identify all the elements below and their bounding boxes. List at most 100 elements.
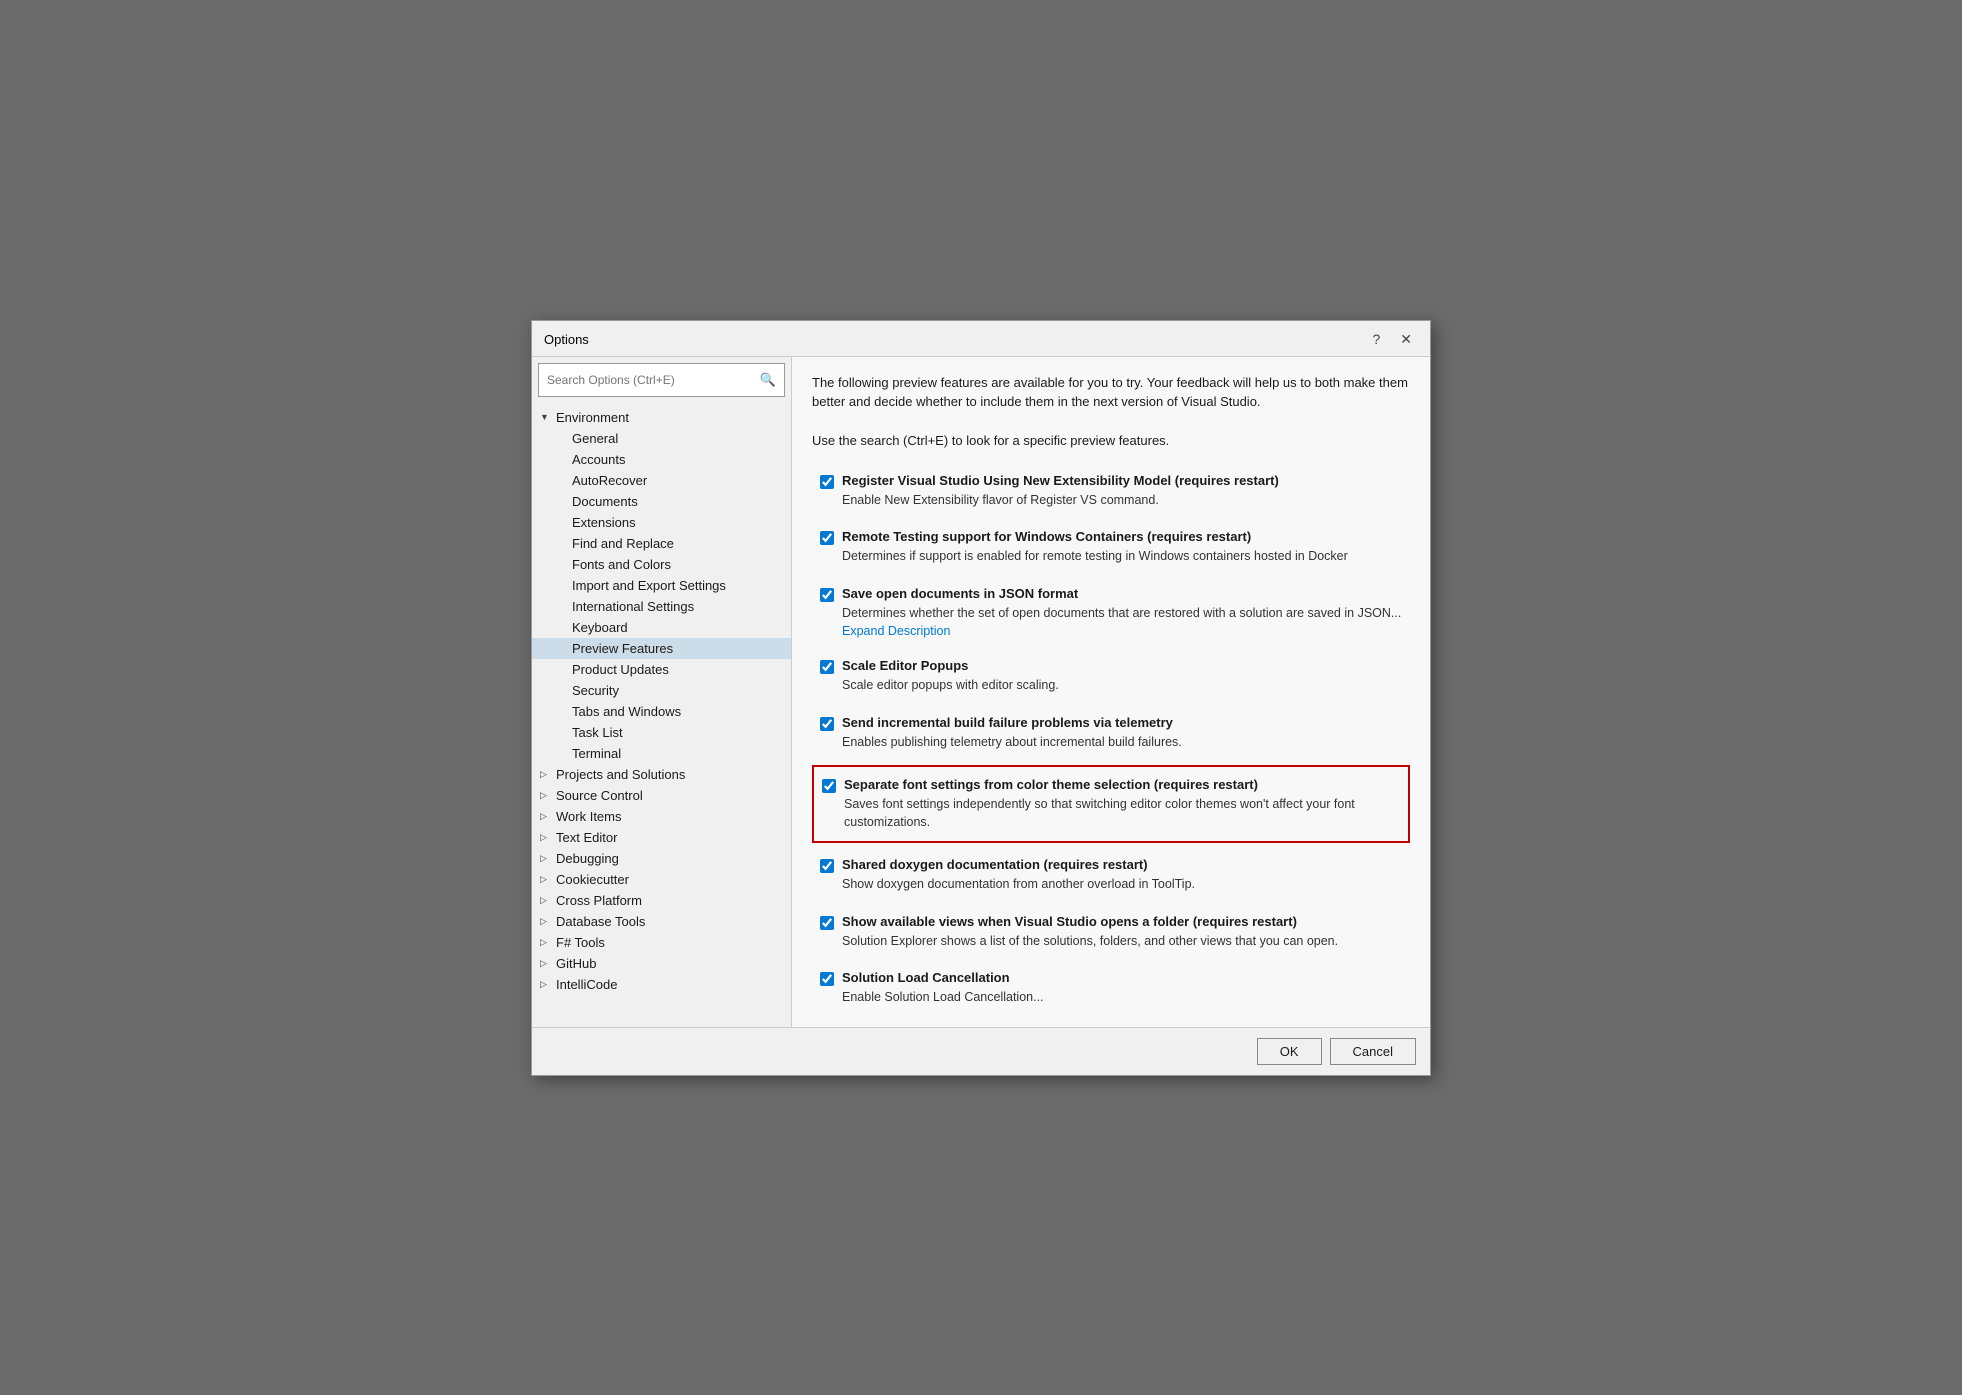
tree-item-task-list[interactable]: Task List bbox=[532, 722, 791, 743]
left-panel: 🔍 ▼ Environment General Accounts AutoRecover… bbox=[532, 357, 792, 1027]
tree-item-preview-features[interactable]: Preview Features bbox=[532, 638, 791, 659]
feature-checkbox-shared-doxygen[interactable] bbox=[820, 859, 834, 873]
feature-row-shared-doxygen: Shared doxygen documentation (requires r… bbox=[820, 857, 1402, 873]
tree-item-projects-solutions[interactable]: ▷ Projects and Solutions bbox=[532, 764, 791, 785]
feature-checkbox-save-json[interactable] bbox=[820, 588, 834, 602]
tree-arrow-cookiecutter: ▷ bbox=[540, 874, 552, 885]
tree-item-keyboard[interactable]: Keyboard bbox=[532, 617, 791, 638]
tree-label-github: GitHub bbox=[556, 956, 596, 971]
tree-label-terminal: Terminal bbox=[572, 746, 621, 761]
feature-checkbox-solution-load[interactable] bbox=[820, 972, 834, 986]
tree-label-keyboard: Keyboard bbox=[572, 620, 628, 635]
tree-label-preview-features: Preview Features bbox=[572, 641, 673, 656]
tree-item-find-replace[interactable]: Find and Replace bbox=[532, 533, 791, 554]
search-icon: 🔍 bbox=[760, 372, 776, 388]
tree-arrow-github: ▷ bbox=[540, 958, 552, 969]
tree-arrow-debugging: ▷ bbox=[540, 853, 552, 864]
feature-desc-save-json: Determines whether the set of open docum… bbox=[842, 605, 1402, 623]
tree-item-terminal[interactable]: Terminal bbox=[532, 743, 791, 764]
feature-list: Register Visual Studio Using New Extensi… bbox=[812, 463, 1410, 1017]
tree-arrow-projects-solutions: ▷ bbox=[540, 769, 552, 780]
tree-arrow-work-items: ▷ bbox=[540, 811, 552, 822]
feature-desc-shared-doxygen: Show doxygen documentation from another … bbox=[842, 876, 1402, 894]
feature-desc-show-views: Solution Explorer shows a list of the so… bbox=[842, 933, 1402, 951]
tree-item-fsharp-tools[interactable]: ▷ F# Tools bbox=[532, 932, 791, 953]
tree-label-environment: Environment bbox=[556, 410, 629, 425]
tree-item-work-items[interactable]: ▷ Work Items bbox=[532, 806, 791, 827]
tree-label-general: General bbox=[572, 431, 618, 446]
tree-item-database-tools[interactable]: ▷Database Tools bbox=[532, 911, 791, 932]
options-dialog: Options ? ✕ 🔍 ▼ Environment General Account… bbox=[531, 320, 1431, 1076]
feature-checkbox-register-vs[interactable] bbox=[820, 475, 834, 489]
tree-label-cookiecutter: Cookiecutter bbox=[556, 872, 629, 887]
tree-item-tabs-windows[interactable]: Tabs and Windows bbox=[532, 701, 791, 722]
tree-label-international: International Settings bbox=[572, 599, 694, 614]
tree-label-extensions: Extensions bbox=[572, 515, 636, 530]
tree-item-product-updates[interactable]: Product Updates bbox=[532, 659, 791, 680]
tree-label-fonts-colors: Fonts and Colors bbox=[572, 557, 671, 572]
feature-desc-separate-font: Saves font settings independently so tha… bbox=[844, 796, 1400, 831]
tree-item-import-export[interactable]: Import and Export Settings bbox=[532, 575, 791, 596]
tree-item-cross-platform[interactable]: ▷Cross Platform bbox=[532, 890, 791, 911]
intro-text: The following preview features are avail… bbox=[812, 373, 1410, 451]
feature-row-save-json: Save open documents in JSON format bbox=[820, 586, 1402, 602]
tree-container: ▼ Environment General Accounts AutoRecover Do… bbox=[532, 403, 791, 1027]
help-button[interactable]: ? bbox=[1366, 329, 1386, 349]
dialog-body: 🔍 ▼ Environment General Accounts AutoRecover… bbox=[532, 357, 1430, 1027]
tree-item-autorecover[interactable]: AutoRecover bbox=[532, 470, 791, 491]
feature-checkbox-separate-font[interactable] bbox=[822, 779, 836, 793]
feature-checkbox-incremental-build[interactable] bbox=[820, 717, 834, 731]
feature-checkbox-scale-editor[interactable] bbox=[820, 660, 834, 674]
feature-checkbox-remote-testing[interactable] bbox=[820, 531, 834, 545]
tree-label-cross-platform: Cross Platform bbox=[556, 893, 642, 908]
close-button[interactable]: ✕ bbox=[1394, 329, 1418, 350]
tree-label-projects-solutions: Projects and Solutions bbox=[556, 767, 685, 782]
tree-item-fonts-colors[interactable]: Fonts and Colors bbox=[532, 554, 791, 575]
feature-row-scale-editor: Scale Editor Popups bbox=[820, 658, 1402, 674]
tree-item-international[interactable]: International Settings bbox=[532, 596, 791, 617]
feature-checkbox-show-views[interactable] bbox=[820, 916, 834, 930]
feature-item-save-json: Save open documents in JSON format Determ… bbox=[812, 576, 1410, 649]
feature-row-separate-font: Separate font settings from color theme … bbox=[822, 777, 1400, 793]
feature-item-incremental-build: Send incremental build failure problems … bbox=[812, 705, 1410, 762]
tree-item-source-control[interactable]: ▷Source Control bbox=[532, 785, 791, 806]
tree-item-security[interactable]: Security bbox=[532, 680, 791, 701]
tree-item-extensions[interactable]: Extensions bbox=[532, 512, 791, 533]
dialog-title: Options bbox=[544, 332, 589, 347]
feature-title-save-json: Save open documents in JSON format bbox=[842, 586, 1078, 601]
tree-item-environment[interactable]: ▼ Environment bbox=[532, 407, 791, 428]
tree-label-fsharp-tools: F# Tools bbox=[556, 935, 605, 950]
tree-label-intellicode: IntelliCode bbox=[556, 977, 617, 992]
tree-item-text-editor[interactable]: ▷Text Editor bbox=[532, 827, 791, 848]
tree-item-github[interactable]: ▷ GitHub bbox=[532, 953, 791, 974]
feature-row-show-views: Show available views when Visual Studio … bbox=[820, 914, 1402, 930]
feature-title-solution-load: Solution Load Cancellation bbox=[842, 970, 1010, 985]
tree-item-documents[interactable]: Documents bbox=[532, 491, 791, 512]
tree-arrow-source-control: ▷ bbox=[540, 790, 552, 801]
ok-button[interactable]: OK bbox=[1257, 1038, 1322, 1065]
tree-label-import-export: Import and Export Settings bbox=[572, 578, 726, 593]
tree-item-general[interactable]: General bbox=[532, 428, 791, 449]
tree-label-autorecover: AutoRecover bbox=[572, 473, 647, 488]
tree-arrow-environment: ▼ bbox=[540, 412, 552, 422]
intro-line1: The following preview features are avail… bbox=[812, 375, 1408, 410]
search-box[interactable]: 🔍 bbox=[538, 363, 785, 397]
search-input[interactable] bbox=[547, 373, 760, 387]
tree-item-cookiecutter[interactable]: ▷ Cookiecutter bbox=[532, 869, 791, 890]
tree-item-accounts[interactable]: Accounts bbox=[532, 449, 791, 470]
feature-desc-remote-testing: Determines if support is enabled for rem… bbox=[842, 548, 1402, 566]
feature-desc-solution-load: Enable Solution Load Cancellation... bbox=[842, 989, 1402, 1007]
tree-label-accounts: Accounts bbox=[572, 452, 625, 467]
tree-item-debugging[interactable]: ▷Debugging bbox=[532, 848, 791, 869]
title-bar: Options ? ✕ bbox=[532, 321, 1430, 357]
feature-row-remote-testing: Remote Testing support for Windows Conta… bbox=[820, 529, 1402, 545]
tree-arrow-fsharp-tools: ▷ bbox=[540, 937, 552, 948]
feature-item-register-vs: Register Visual Studio Using New Extensi… bbox=[812, 463, 1410, 520]
expand-link-save-json[interactable]: Expand Description bbox=[842, 624, 1402, 638]
tree-label-product-updates: Product Updates bbox=[572, 662, 669, 677]
feature-item-show-views: Show available views when Visual Studio … bbox=[812, 904, 1410, 961]
intro-line2: Use the search (Ctrl+E) to look for a sp… bbox=[812, 433, 1169, 448]
cancel-button[interactable]: Cancel bbox=[1330, 1038, 1416, 1065]
tree-label-work-items: Work Items bbox=[556, 809, 622, 824]
tree-item-intellicode[interactable]: ▷IntelliCode bbox=[532, 974, 791, 995]
